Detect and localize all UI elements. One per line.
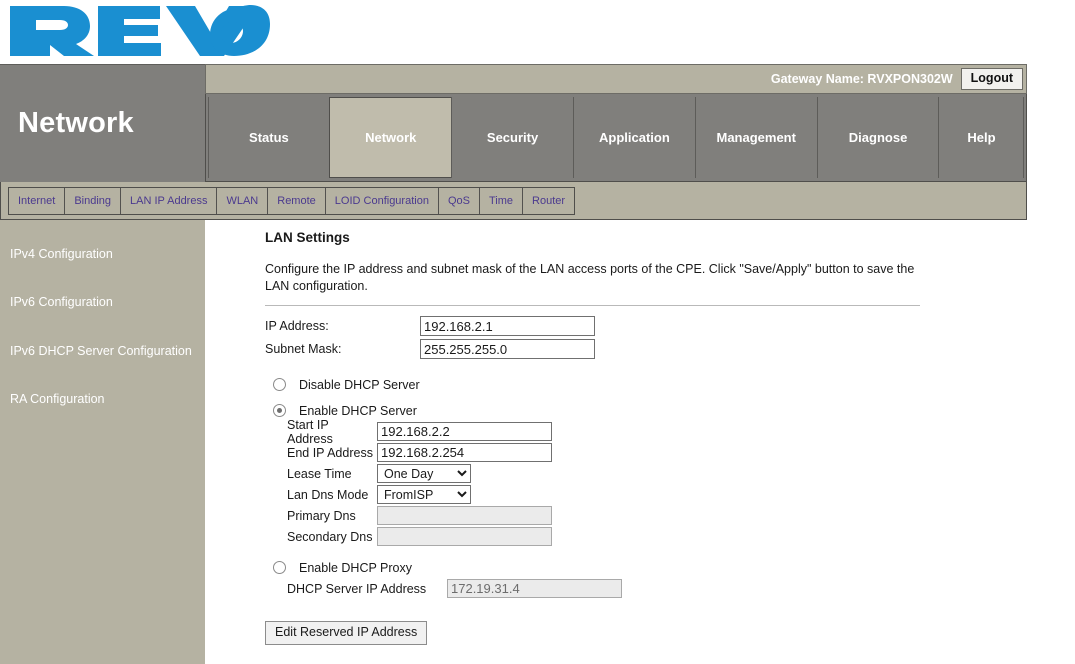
subnet-mask-row: Subnet Mask: — [265, 339, 1075, 360]
main-content: LAN Settings Configure the IP address an… — [205, 220, 1075, 664]
dhcp-server-ip-row: DHCP Server IP Address — [265, 579, 1075, 599]
page-title: Network — [18, 107, 134, 139]
logo-bar — [0, 0, 1075, 64]
page-title-block: Network — [0, 64, 205, 182]
subnav-item-lan-ip-address[interactable]: LAN IP Address — [121, 187, 218, 214]
end-ip-row: End IP Address — [265, 443, 1075, 463]
subnet-mask-input[interactable] — [420, 339, 595, 360]
revo-logo — [10, 5, 270, 57]
primary-dns-label: Primary Dns — [287, 508, 356, 523]
edit-reserved-row: Edit Reserved IP Address — [265, 620, 1075, 646]
subnav-item-qos[interactable]: QoS — [439, 187, 480, 214]
ip-address-label: IP Address: — [265, 319, 329, 334]
tab-application[interactable]: Application — [572, 97, 696, 178]
sidebar-item-ra-configuration[interactable]: RA Configuration — [10, 391, 205, 407]
subnav-item-router[interactable]: Router — [523, 188, 574, 214]
enable-dhcp-proxy-row[interactable]: Enable DHCP Proxy — [265, 557, 1075, 579]
start-ip-label: Start IP Address — [287, 417, 333, 446]
dhcp-server-ip-input — [447, 579, 622, 599]
sub-navigation: Internet Binding LAN IP Address WLAN Rem… — [0, 182, 1027, 220]
tab-network[interactable]: Network — [329, 97, 453, 178]
subnav-item-time[interactable]: Time — [480, 187, 524, 214]
end-ip-input[interactable] — [377, 443, 552, 463]
subnav-item-internet[interactable]: Internet — [9, 187, 66, 214]
header: Network Gateway Name: RVXPON302W Logout … — [0, 64, 1027, 182]
enable-dhcp-proxy-label: Enable DHCP Proxy — [299, 560, 413, 575]
tab-status[interactable]: Status — [207, 97, 331, 178]
divider-top — [265, 304, 920, 306]
primary-dns-input — [377, 506, 552, 526]
lan-dns-mode-select[interactable]: FromISP — [377, 485, 471, 505]
tab-help[interactable]: Help — [938, 97, 1025, 178]
gateway-bar: Gateway Name: RVXPON302W Logout — [205, 64, 1027, 94]
gateway-name: Gateway Name: RVXPON302W — [770, 72, 953, 86]
subnav-item-remote[interactable]: Remote — [268, 187, 326, 214]
body: IPv4 Configuration IPv6 Configuration IP… — [0, 220, 1075, 664]
sidebar-item-ipv6-dhcp-server-configuration[interactable]: IPv6 DHCP Server Configuration — [10, 343, 205, 359]
lan-dns-mode-row: Lan Dns Mode FromISP — [265, 485, 1075, 505]
secondary-dns-label: Secondary Dns — [287, 529, 373, 544]
tab-management[interactable]: Management — [694, 97, 818, 178]
dhcp-server-ip-label: DHCP Server IP Address — [287, 581, 427, 596]
enable-dhcp-server-radio[interactable] — [273, 404, 286, 418]
lan-dns-mode-label: Lan Dns Mode — [287, 487, 369, 502]
lease-time-select[interactable]: One Day — [377, 464, 471, 484]
sidebar-item-ipv4-configuration[interactable]: IPv4 Configuration — [10, 246, 205, 262]
sub-navigation-items: Internet Binding LAN IP Address WLAN Rem… — [8, 186, 576, 215]
sidebar: IPv4 Configuration IPv6 Configuration IP… — [0, 220, 205, 664]
enable-dhcp-server-label: Enable DHCP Server — [299, 403, 417, 418]
lan-settings-heading: LAN Settings — [265, 230, 350, 245]
lease-time-row: Lease Time One Day — [265, 464, 1075, 484]
ip-address-row: IP Address: — [265, 316, 1075, 337]
secondary-dns-row: Secondary Dns — [265, 527, 1075, 547]
enable-dhcp-proxy-radio[interactable] — [273, 561, 286, 575]
subnet-mask-label: Subnet Mask: — [265, 342, 342, 357]
enable-dhcp-server-row[interactable]: Enable DHCP Server — [265, 400, 1075, 422]
ip-address-input[interactable] — [420, 316, 595, 337]
tab-diagnose[interactable]: Diagnose — [816, 97, 940, 178]
disable-dhcp-server-label: Disable DHCP Server — [299, 377, 420, 392]
header-right: Gateway Name: RVXPON302W Logout Status N… — [205, 64, 1027, 182]
subnav-item-binding[interactable]: Binding — [65, 187, 122, 214]
edit-reserved-ip-address-button[interactable]: Edit Reserved IP Address — [265, 620, 428, 646]
start-ip-row: Start IP Address — [265, 418, 1075, 446]
lan-settings-description: Configure the IP address and subnet mask… — [265, 262, 915, 293]
sidebar-item-ipv6-configuration[interactable]: IPv6 Configuration — [10, 294, 205, 310]
disable-dhcp-server-radio[interactable] — [273, 378, 286, 392]
disable-dhcp-server-row[interactable]: Disable DHCP Server — [265, 374, 1075, 396]
main-tabs: Status Network Security Application Mana… — [205, 94, 1027, 182]
lease-time-label: Lease Time — [287, 466, 352, 481]
end-ip-label: End IP Address — [287, 445, 373, 460]
secondary-dns-input — [377, 527, 552, 547]
subnav-item-wlan[interactable]: WLAN — [217, 187, 269, 214]
subnav-item-loid-configuration[interactable]: LOID Configuration — [326, 187, 439, 214]
logout-button[interactable]: Logout — [960, 67, 1023, 91]
primary-dns-row: Primary Dns — [265, 506, 1075, 526]
start-ip-input[interactable] — [377, 422, 552, 442]
tab-security[interactable]: Security — [451, 97, 574, 178]
